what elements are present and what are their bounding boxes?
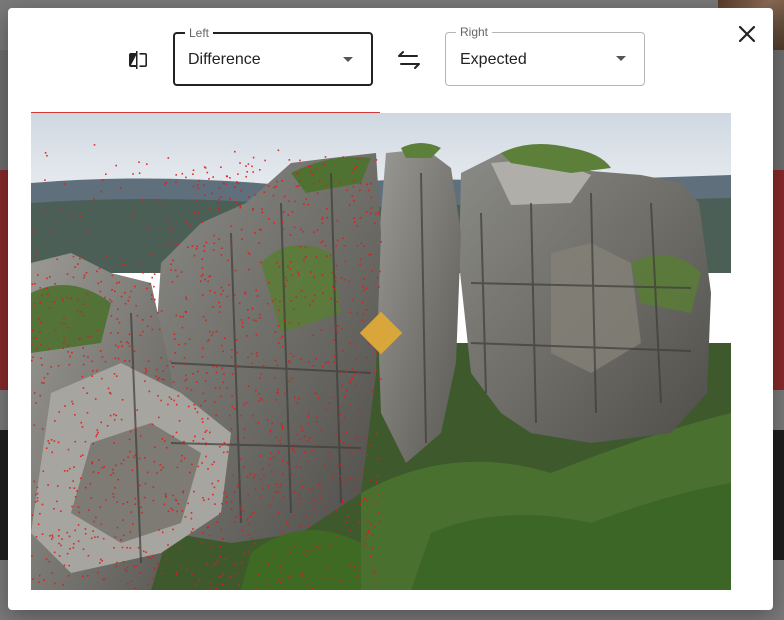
close-icon xyxy=(738,25,756,43)
right-select[interactable]: Right Expected xyxy=(445,25,645,86)
right-select-label: Right xyxy=(456,25,493,39)
comparison-image[interactable] xyxy=(31,113,731,590)
dropdown-arrow-icon xyxy=(616,56,626,61)
image-compare-dialog: Left Difference Right Expected xyxy=(8,8,773,610)
dropdown-arrow-icon xyxy=(343,57,353,62)
left-select-value: Difference xyxy=(188,51,261,68)
compare-icon[interactable] xyxy=(126,48,150,72)
swap-horiz-icon xyxy=(398,51,420,69)
swap-button[interactable] xyxy=(397,48,421,72)
left-select[interactable]: Left Difference xyxy=(173,26,373,86)
close-button[interactable] xyxy=(735,22,759,46)
right-select-value: Expected xyxy=(460,51,527,68)
left-select-label: Left xyxy=(185,26,214,40)
